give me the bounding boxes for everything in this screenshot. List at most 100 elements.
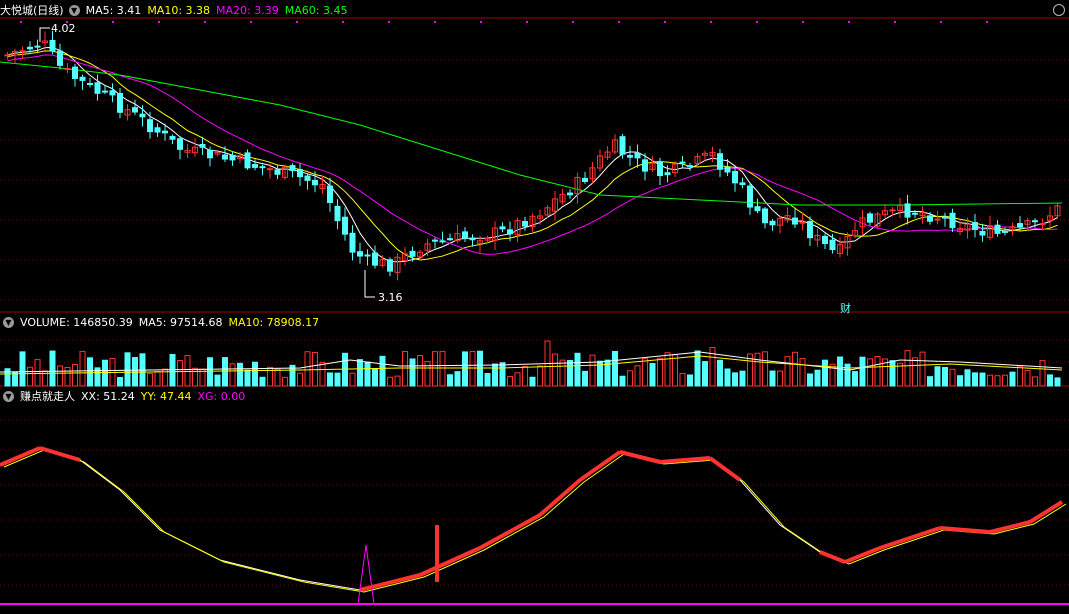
volume-bar — [432, 351, 438, 387]
volume-bar — [529, 376, 536, 387]
volume-bar — [589, 354, 596, 387]
candle-body — [132, 107, 138, 113]
volume-bar — [897, 362, 903, 387]
finance-marker[interactable]: 财 — [840, 300, 851, 316]
stock-title[interactable]: 大悦城(日线) — [0, 4, 64, 17]
candle-body — [904, 203, 911, 218]
candle-body — [912, 212, 918, 215]
volume-bar — [454, 371, 461, 387]
volume-bar — [987, 374, 993, 387]
candle-body — [432, 239, 438, 242]
event-dot — [434, 21, 436, 23]
volume-bar — [27, 366, 33, 387]
candle-body — [634, 152, 641, 159]
candle-body — [582, 177, 588, 182]
volume-bar — [807, 373, 813, 387]
volume-bar — [919, 351, 926, 387]
volume-bar — [462, 351, 468, 387]
volume-bar — [1047, 374, 1053, 387]
candle-body — [72, 66, 78, 79]
volume-bar — [957, 375, 963, 387]
volume-bar — [642, 358, 648, 387]
ma10-readout: MA10: 3.38 — [147, 4, 211, 17]
volume-bar — [259, 376, 266, 387]
volume-bar — [972, 372, 978, 387]
volume-bar — [334, 372, 341, 387]
volume-bar — [1054, 377, 1061, 387]
candle-body — [34, 45, 41, 48]
rising-segment — [939, 526, 991, 534]
volume-bar — [477, 350, 483, 387]
volume-ma10-readout: MA10: 78908.17 — [228, 316, 320, 329]
low-marker-line — [364, 270, 375, 298]
price-markers — [39, 27, 375, 298]
candle-body — [349, 232, 356, 253]
volume-bar — [514, 372, 521, 387]
candle-body — [79, 76, 86, 81]
candle-body — [4, 54, 11, 57]
candle-body — [297, 169, 303, 178]
candle-body — [334, 205, 341, 222]
candle-body — [769, 220, 776, 226]
volume-bar — [574, 352, 581, 387]
volume-bar — [214, 374, 221, 387]
volume-bar — [72, 363, 78, 387]
volume-bar — [147, 372, 153, 387]
volume-bar — [859, 356, 866, 387]
volume-bar — [559, 359, 566, 387]
volume-bar — [282, 376, 288, 387]
window-circle-icon[interactable] — [1053, 4, 1065, 16]
volume-bar — [1024, 369, 1031, 387]
collapse-icon[interactable]: ▼ — [68, 4, 80, 16]
collapse-icon[interactable]: ▼ — [3, 316, 14, 328]
candle-body — [117, 93, 123, 113]
candle-body — [222, 154, 228, 160]
candle-body — [934, 218, 941, 221]
candle-body — [64, 68, 71, 71]
candle-body — [139, 113, 146, 118]
candle-body — [312, 179, 318, 186]
candle-body — [499, 226, 506, 230]
ma60-readout: MA60: 3.45 — [284, 4, 348, 17]
candle-body — [687, 165, 693, 168]
volume-bar — [814, 369, 821, 387]
volume-bar — [64, 366, 71, 387]
volume-bar — [627, 370, 633, 387]
volume-bar — [762, 351, 768, 387]
event-dot — [342, 21, 344, 23]
xx-readout: XX: 51.24 — [81, 390, 135, 403]
volume-bar — [769, 370, 776, 387]
candle-body — [739, 182, 746, 185]
candle-body — [1002, 230, 1008, 233]
volume-bar — [724, 368, 731, 387]
candle-body — [469, 237, 476, 241]
candle-body — [27, 46, 33, 50]
candle-body — [1032, 220, 1038, 223]
candle-body — [177, 138, 183, 150]
candle-body — [304, 175, 311, 181]
candle-body — [829, 239, 836, 251]
collapse-icon[interactable]: ▼ — [3, 390, 14, 402]
event-dot — [618, 21, 620, 23]
event-dot — [20, 21, 22, 23]
ma5-readout: MA5: 3.41 — [85, 4, 142, 17]
candle-body — [462, 231, 468, 239]
candle-body — [927, 215, 933, 222]
volume-bar — [649, 363, 656, 387]
candle-body — [327, 185, 333, 203]
volume-bar — [327, 372, 333, 387]
volume-bar — [184, 355, 191, 387]
volume-ma5-readout: MA5: 97514.68 — [138, 316, 223, 329]
volume-bar — [702, 361, 708, 387]
chart-canvas[interactable] — [0, 0, 1069, 614]
rising-segment — [359, 573, 421, 592]
ma20-readout: MA20: 3.39 — [216, 4, 279, 17]
event-dot — [664, 21, 666, 23]
candle-body — [994, 224, 1001, 234]
candle-body — [619, 136, 626, 155]
candle-body — [1017, 223, 1023, 228]
indicator-lines — [0, 446, 1067, 605]
volume-bar — [117, 377, 123, 387]
candle-body — [822, 235, 828, 244]
volume-bar — [754, 352, 761, 387]
